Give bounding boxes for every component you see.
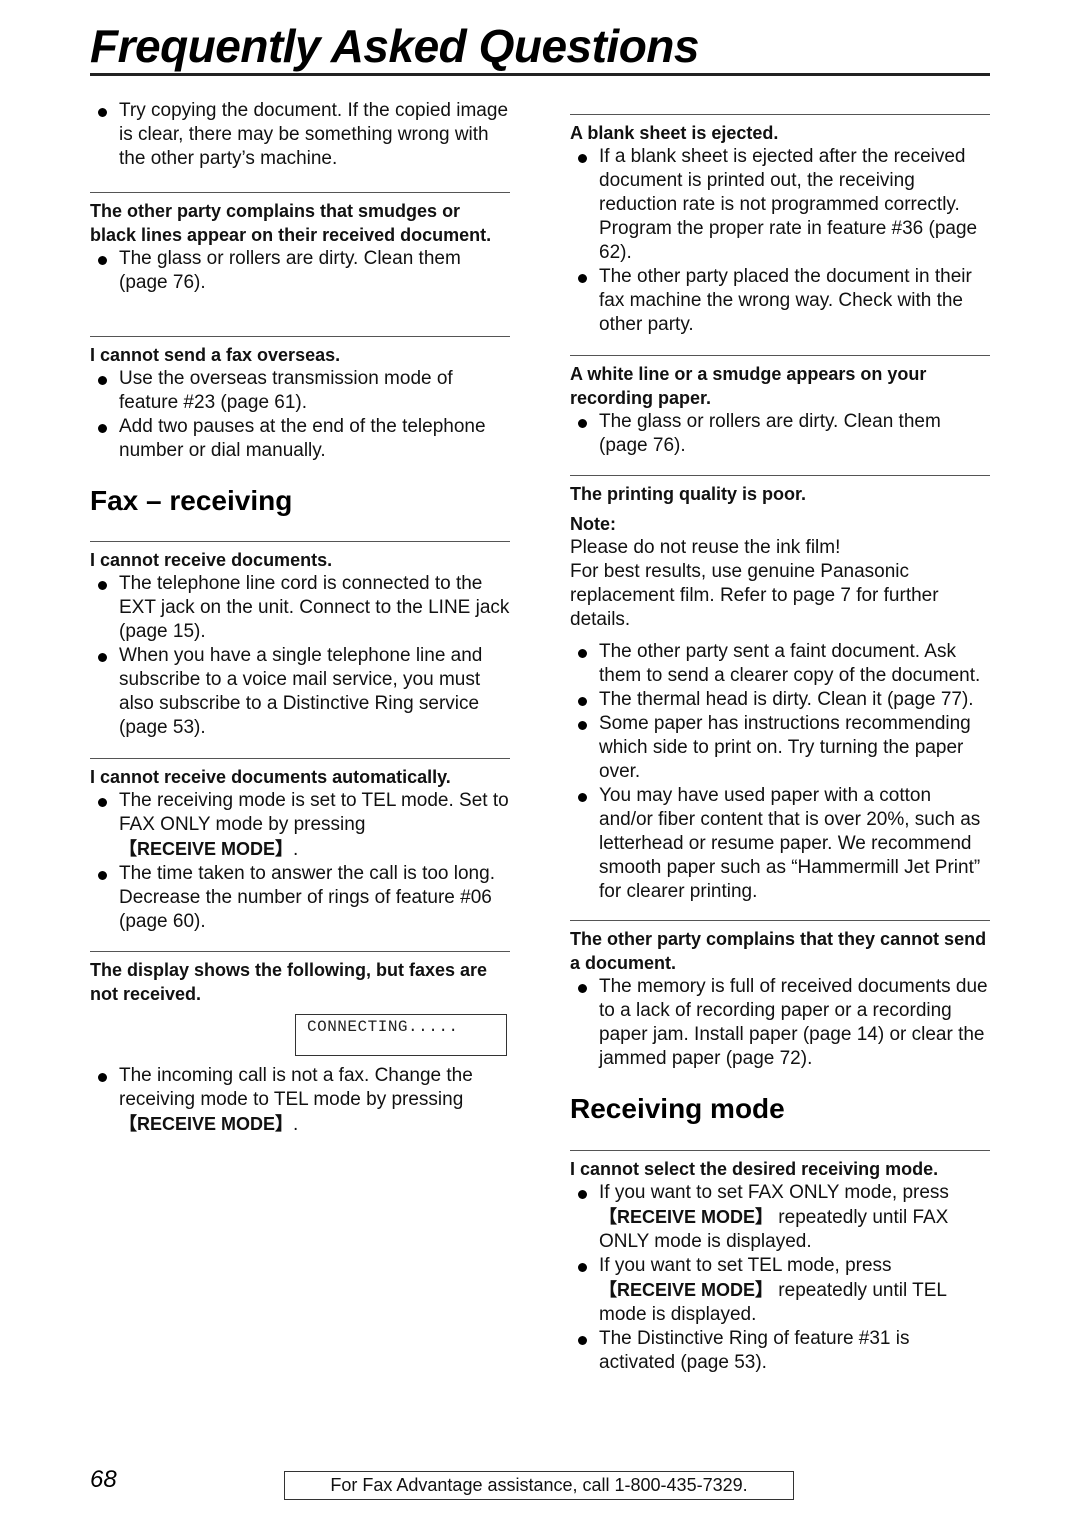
answer-item: Some paper has instructions recommending… bbox=[570, 712, 990, 784]
bullet-icon bbox=[578, 154, 587, 163]
answer-item: The glass or rollers are dirty. Clean th… bbox=[570, 410, 990, 458]
bullet-icon bbox=[578, 1336, 587, 1345]
divider bbox=[570, 114, 990, 115]
bullet-icon bbox=[98, 256, 107, 265]
answer-list: The other party sent a faint document. A… bbox=[570, 640, 990, 904]
divider bbox=[570, 355, 990, 356]
answer-list: Use the overseas transmission mode of fe… bbox=[90, 367, 510, 463]
footer-assistance: For Fax Advantage assistance, call 1-800… bbox=[284, 1471, 794, 1500]
receive-mode-key: 【RECEIVE MODE】 bbox=[599, 1280, 774, 1300]
page-number: 68 bbox=[90, 1466, 117, 1493]
faq-blank-sheet: A blank sheet is ejected. If a blank she… bbox=[570, 114, 990, 337]
receive-mode-key: 【RECEIVE MODE】 bbox=[119, 839, 294, 859]
faq-print-quality: The printing quality is poor. Note: Plea… bbox=[570, 475, 990, 904]
faq-cannot-receive-auto: I cannot receive documents automatically… bbox=[90, 758, 510, 934]
answer-item: The other party sent a faint document. A… bbox=[570, 640, 990, 688]
answer-list: If you want to set FAX ONLY mode, press … bbox=[570, 1181, 990, 1375]
answer-item: Try copying the document. If the copied … bbox=[90, 99, 510, 171]
page-title: Frequently Asked Questions bbox=[90, 20, 700, 72]
answer-item: The other party placed the document in t… bbox=[570, 265, 990, 337]
answer-list: The glass or rollers are dirty. Clean th… bbox=[90, 247, 510, 295]
faq-overseas: I cannot send a fax overseas. Use the ov… bbox=[90, 336, 510, 463]
intro-block: Try copying the document. If the copied … bbox=[90, 99, 510, 171]
bullet-icon bbox=[98, 653, 107, 662]
answer-item: The memory is full of received documents… bbox=[570, 975, 990, 1071]
answer-item: The glass or rollers are dirty. Clean th… bbox=[90, 247, 510, 295]
question-heading: I cannot receive documents. bbox=[90, 550, 333, 570]
bullet-icon bbox=[578, 419, 587, 428]
answer-item: The telephone line cord is connected to … bbox=[90, 572, 510, 644]
divider bbox=[570, 475, 990, 476]
bullet-icon bbox=[578, 793, 587, 802]
bullet-icon bbox=[98, 424, 107, 433]
answer-list: The telephone line cord is connected to … bbox=[90, 572, 510, 740]
answer-item: The thermal head is dirty. Clean it (pag… bbox=[570, 688, 990, 712]
answer-item: Add two pauses at the end of the telepho… bbox=[90, 415, 510, 463]
answer-item: You may have used paper with a cotton an… bbox=[570, 784, 990, 904]
bullet-icon bbox=[578, 984, 587, 993]
bullet-icon bbox=[578, 1263, 587, 1272]
answer-item: The incoming call is not a fax. Change t… bbox=[90, 1064, 510, 1137]
faq-display-shows: The display shows the following, but fax… bbox=[90, 951, 510, 1137]
bullet-icon bbox=[578, 274, 587, 283]
answer-item: When you have a single telephone line an… bbox=[90, 644, 510, 740]
answer-list: The receiving mode is set to TEL mode. S… bbox=[90, 789, 510, 934]
answer-item: If you want to set FAX ONLY mode, press … bbox=[570, 1181, 990, 1254]
answer-item: If a blank sheet is ejected after the re… bbox=[570, 145, 990, 265]
bullet-icon bbox=[98, 871, 107, 880]
question-heading: The other party complains that smudges o… bbox=[90, 201, 492, 245]
note-text: For best results, use genuine Panasonic … bbox=[570, 561, 939, 630]
bullet-icon bbox=[98, 581, 107, 590]
question-heading: The printing quality is poor. bbox=[570, 484, 807, 504]
bullet-icon bbox=[98, 1073, 107, 1082]
divider bbox=[90, 541, 510, 542]
faq-white-line: A white line or a smudge appears on your… bbox=[570, 355, 990, 458]
divider bbox=[570, 920, 990, 921]
bullet-icon bbox=[98, 376, 107, 385]
title-divider bbox=[90, 73, 990, 76]
section-heading-fax-receiving: Fax – receiving bbox=[90, 485, 293, 516]
receive-mode-key: 【RECEIVE MODE】 bbox=[599, 1207, 774, 1227]
answer-item: The receiving mode is set to TEL mode. S… bbox=[90, 789, 510, 862]
bullet-icon bbox=[578, 697, 587, 706]
bullet-icon bbox=[98, 798, 107, 807]
question-heading: I cannot send a fax overseas. bbox=[90, 345, 341, 365]
lcd-display: CONNECTING..... bbox=[295, 1014, 507, 1056]
divider bbox=[90, 951, 510, 952]
divider bbox=[90, 192, 510, 193]
answer-list: The memory is full of received documents… bbox=[570, 975, 990, 1071]
answer-item: If you want to set TEL mode, press 【RECE… bbox=[570, 1254, 990, 1327]
faq-select-mode: I cannot select the desired receiving mo… bbox=[570, 1150, 990, 1375]
faq-cannot-receive: I cannot receive documents. The telephon… bbox=[90, 541, 510, 740]
bullet-icon bbox=[578, 649, 587, 658]
divider bbox=[90, 758, 510, 759]
answer-item: Use the overseas transmission mode of fe… bbox=[90, 367, 510, 415]
bullet-icon bbox=[98, 108, 107, 117]
question-heading: A blank sheet is ejected. bbox=[570, 123, 779, 143]
faq-cannot-send: The other party complains that they cann… bbox=[570, 920, 990, 1071]
section-heading-receiving-mode: Receiving mode bbox=[570, 1093, 785, 1124]
question-heading: The other party complains that they cann… bbox=[570, 929, 987, 973]
answer-list: If a blank sheet is ejected after the re… bbox=[570, 145, 990, 337]
receive-mode-key: 【RECEIVE MODE】 bbox=[119, 1114, 294, 1134]
answer-list: Try copying the document. If the copied … bbox=[90, 99, 510, 171]
bullet-icon bbox=[578, 1190, 587, 1199]
bullet-icon bbox=[578, 721, 587, 730]
faq-smudges: The other party complains that smudges o… bbox=[90, 192, 510, 295]
answer-item: The Distinctive Ring of feature #31 is a… bbox=[570, 1327, 990, 1375]
question-heading: I cannot select the desired receiving mo… bbox=[570, 1159, 939, 1179]
question-heading: I cannot receive documents automatically… bbox=[90, 767, 451, 787]
question-heading: A white line or a smudge appears on your… bbox=[570, 364, 927, 408]
answer-list: The glass or rollers are dirty. Clean th… bbox=[570, 410, 990, 458]
note-label: Note: bbox=[570, 514, 616, 534]
answer-list: The incoming call is not a fax. Change t… bbox=[90, 1064, 510, 1137]
question-heading: The display shows the following, but fax… bbox=[90, 960, 488, 1004]
answer-item: The time taken to answer the call is too… bbox=[90, 862, 510, 934]
divider bbox=[570, 1150, 990, 1151]
divider bbox=[90, 336, 510, 337]
note-text: Please do not reuse the ink film! bbox=[570, 537, 841, 558]
